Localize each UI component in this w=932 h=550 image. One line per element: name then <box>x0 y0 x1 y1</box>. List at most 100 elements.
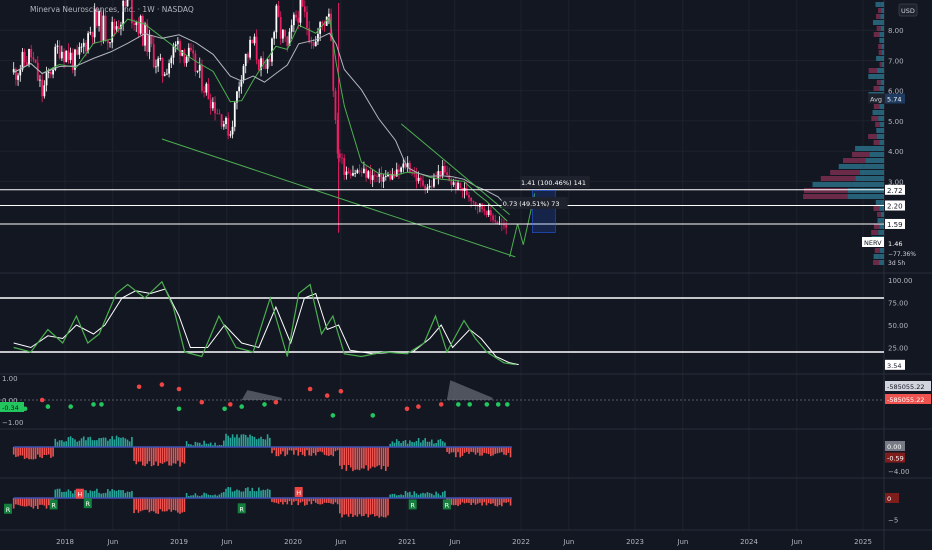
candle-body <box>257 59 260 70</box>
candle-body <box>277 5 280 17</box>
hist1-bar <box>268 437 271 447</box>
time-tick-label: Jun <box>790 538 802 546</box>
hist2-bar <box>32 498 35 509</box>
hist1-bar <box>87 437 89 447</box>
hist1-bar <box>15 447 17 457</box>
volume-profile-bar <box>879 206 884 211</box>
hist2-bar <box>135 498 138 510</box>
candle-body <box>426 187 429 190</box>
hist2-bar <box>185 492 188 498</box>
avg-value: 5.74 <box>887 96 901 104</box>
hist1-bar <box>124 438 127 447</box>
candle-body <box>470 197 473 202</box>
candle-body <box>76 49 79 55</box>
candle-body <box>85 42 87 52</box>
hist2-bar <box>91 491 94 498</box>
candle-body <box>413 173 416 175</box>
candle-body <box>161 58 164 76</box>
hist1-bar <box>380 447 383 470</box>
dot-green <box>262 402 267 407</box>
hist1-bar <box>341 447 343 470</box>
candle-body <box>417 177 420 182</box>
volume-profile-bar <box>820 176 856 181</box>
hist2-bar <box>406 492 409 498</box>
hist2-bar <box>455 498 457 506</box>
hist1-bar <box>498 447 501 453</box>
candle-body <box>345 171 348 175</box>
volume-profile-bar <box>803 188 848 193</box>
hist2-bar <box>30 498 33 507</box>
hist2-bar <box>56 488 59 498</box>
hist2-bar <box>382 498 385 518</box>
hist2-bar <box>163 498 166 512</box>
candle-body <box>192 50 195 54</box>
hist1-bar <box>352 447 354 472</box>
hist2-bar <box>376 498 378 516</box>
hist2-bar <box>422 492 424 498</box>
hist2-tick-label: −5 <box>888 517 898 525</box>
dot-red <box>404 406 410 412</box>
candle-body <box>166 73 168 75</box>
hist2-bar <box>409 491 411 498</box>
hist2-bar <box>223 492 225 498</box>
hist2-bar <box>150 498 153 511</box>
hist2-bar <box>34 498 37 506</box>
volume-profile-bar <box>875 2 881 7</box>
hist2-bar <box>28 498 30 506</box>
hist1-bar <box>472 447 475 453</box>
hist2-bar <box>155 498 157 514</box>
volume-profile-bar <box>847 188 884 193</box>
candle-body <box>198 65 201 71</box>
candle-body <box>503 224 505 226</box>
candle-body <box>91 32 94 38</box>
hist1-bar <box>109 439 111 447</box>
hist2-bar <box>404 490 407 498</box>
hist1-bar <box>476 447 479 453</box>
hist2-bar <box>247 487 249 498</box>
dot-red <box>159 382 165 387</box>
candle-body <box>214 102 216 114</box>
hist1-bar <box>236 434 238 447</box>
hist1-bar <box>135 447 138 465</box>
volume-profile-bar <box>875 14 881 19</box>
measure-label-2: 0.73 (49.51%) 73 <box>503 200 560 208</box>
hist1-bar <box>203 440 205 447</box>
volume-profile-bar <box>879 86 884 91</box>
hist1-bar <box>179 447 181 467</box>
divergence-marker-label: R <box>445 501 450 509</box>
hist2-bar <box>352 498 354 518</box>
candle-body <box>78 47 81 55</box>
candle-body <box>279 16 282 39</box>
candle-body <box>194 53 197 72</box>
dot-red <box>438 402 444 407</box>
candle-body <box>446 172 448 175</box>
candle-body <box>489 210 492 216</box>
hist2-bar <box>428 492 431 498</box>
candle-body <box>52 69 54 75</box>
hist1-bar <box>117 437 120 447</box>
dot-red <box>39 397 45 403</box>
hist1-bar <box>411 441 413 447</box>
hist1-bar <box>89 436 92 447</box>
hist1-bar <box>441 441 444 447</box>
volume-profile-bar <box>873 224 880 229</box>
hist2-bar <box>268 489 271 498</box>
hist1-bar <box>181 447 184 463</box>
hist2-bar <box>496 498 499 507</box>
candle-body <box>264 64 267 69</box>
hist1-bar <box>297 447 300 456</box>
hist1-bar <box>80 438 83 447</box>
volume-profile-bar <box>803 194 848 199</box>
candle-body <box>233 102 236 127</box>
hist1-bar <box>56 441 59 447</box>
hist2-bar <box>161 498 164 512</box>
candle-body <box>34 59 37 63</box>
candle-body <box>67 50 70 60</box>
candle-body <box>398 169 400 172</box>
hist1-bar <box>490 447 492 457</box>
hist2-bar <box>152 498 155 512</box>
divergence-marker-label: R <box>410 501 415 509</box>
hist2-bar <box>345 498 348 515</box>
candle-body <box>141 16 144 46</box>
time-tick-label: Jun <box>676 538 688 546</box>
